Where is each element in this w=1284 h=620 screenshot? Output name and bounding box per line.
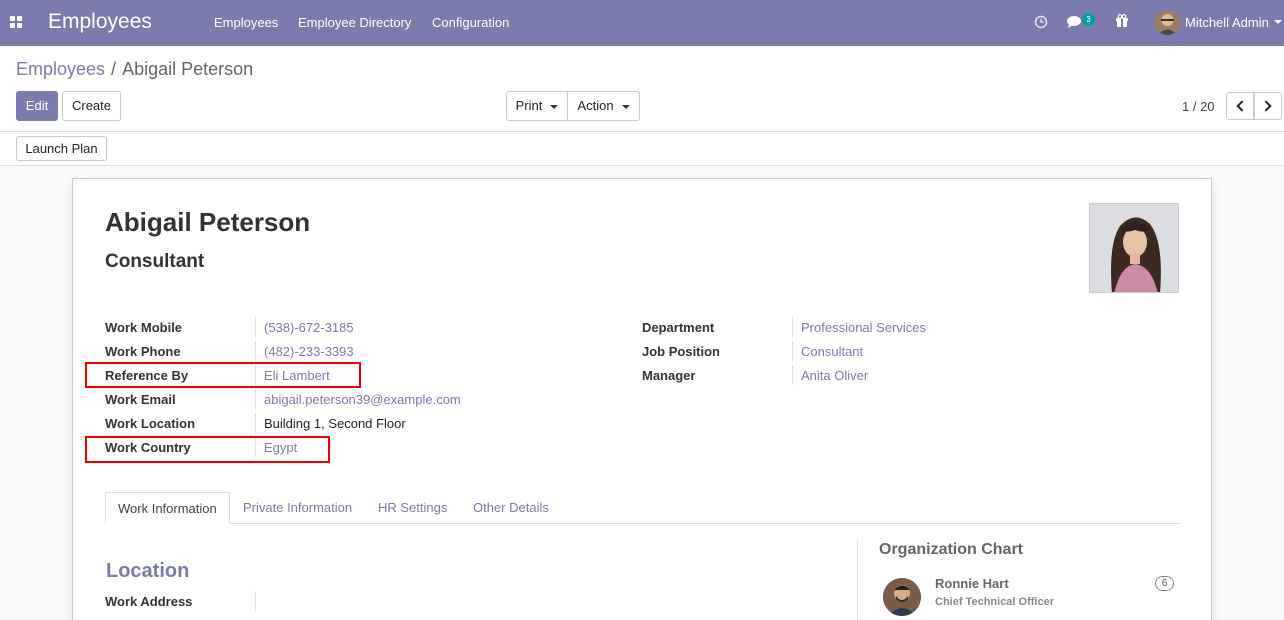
chat-icon[interactable] [1066,14,1084,30]
org-chart-person-name[interactable]: Ronnie Hart [935,576,1009,591]
manager-label: Manager [642,368,696,383]
field-separator [792,317,793,337]
field-separator [792,341,793,361]
user-menu-caret-icon[interactable] [1274,20,1282,24]
work-location-value[interactable]: Building 1, Second Floor [264,416,406,431]
user-name[interactable]: Mitchell Admin [1185,15,1269,30]
org-chart-title: Organization Chart [879,541,1024,558]
top-navbar: Employees Employees Employee Directory C… [0,0,1284,46]
work-mobile-value[interactable]: (538)-672-3185 [264,320,354,335]
work-email-label: Work Email [105,392,176,407]
menu-configuration[interactable]: Configuration [432,15,509,30]
action-label: Action [577,98,614,113]
org-chart-person-job: Chief Technical Officer [935,596,1054,608]
subordinates-count-badge[interactable]: 6 [1155,576,1174,591]
breadcrumb: Employees / Abigail Peterson [16,59,253,80]
field-separator [255,317,256,337]
department-value[interactable]: Professional Services [801,320,926,335]
field-separator [255,591,256,611]
app-title: Employees [48,10,152,33]
work-address-label: Work Address [105,594,193,609]
tab-hr-settings[interactable]: HR Settings [378,492,447,524]
pager-next-button[interactable] [1254,92,1282,120]
reference-by-highlight [85,362,361,388]
work-phone-value[interactable]: (482)-233-3393 [264,344,354,359]
breadcrumb-current: Abigail Peterson [122,59,254,79]
field-separator [792,365,793,385]
department-label: Department [642,320,715,335]
breadcrumb-parent[interactable]: Employees [16,59,105,79]
work-mobile-label: Work Mobile [105,320,183,335]
field-separator [255,389,256,409]
tab-private-information[interactable]: Private Information [243,492,352,524]
work-phone-label: Work Phone [105,344,181,359]
print-label: Print [515,98,543,113]
field-separator [255,413,256,433]
job-position-label: Job Position [642,344,720,359]
form-sheet [72,178,1212,620]
job-position-value[interactable]: Consultant [801,344,863,359]
manager-avatar[interactable] [883,578,921,616]
chevron-right-icon [1260,100,1272,112]
employee-name[interactable]: Abigail Peterson [105,207,310,238]
caret-down-icon [621,104,630,109]
work-email-value[interactable]: abigail.peterson39@example.com [264,392,461,407]
edit-button[interactable]: Edit [16,91,58,121]
tab-other-details[interactable]: Other Details [473,492,549,524]
menu-employees[interactable]: Employees [214,15,278,30]
manager-value[interactable]: Anita Oliver [801,368,868,383]
action-dropdown-button[interactable]: Action [567,91,640,121]
chevron-left-icon [1236,100,1248,112]
employee-photo[interactable] [1089,203,1179,293]
tab-work-information[interactable]: Work Information [105,492,230,524]
location-section-title: Location [106,560,190,582]
clock-icon[interactable] [1034,15,1048,29]
breadcrumb-separator: / [111,59,117,79]
messages-count-badge: 3 [1082,13,1095,26]
work-country-highlight [85,436,330,463]
apps-menu-icon[interactable] [10,16,22,28]
caret-down-icon [550,104,559,109]
create-button[interactable]: Create [62,91,121,121]
pager-value[interactable]: 1 / 20 [1182,99,1215,114]
pager-previous-button[interactable] [1226,92,1254,120]
section-separator [857,540,858,620]
divider [0,131,1284,132]
launch-plan-button[interactable]: Launch Plan [16,136,107,161]
gift-icon[interactable] [1115,14,1129,28]
employee-job-title[interactable]: Consultant [105,251,204,273]
field-separator [255,341,256,361]
user-avatar[interactable] [1155,10,1180,35]
work-location-label: Work Location [105,416,196,431]
print-dropdown-button[interactable]: Print [506,91,568,121]
menu-employee-directory[interactable]: Employee Directory [298,15,411,30]
